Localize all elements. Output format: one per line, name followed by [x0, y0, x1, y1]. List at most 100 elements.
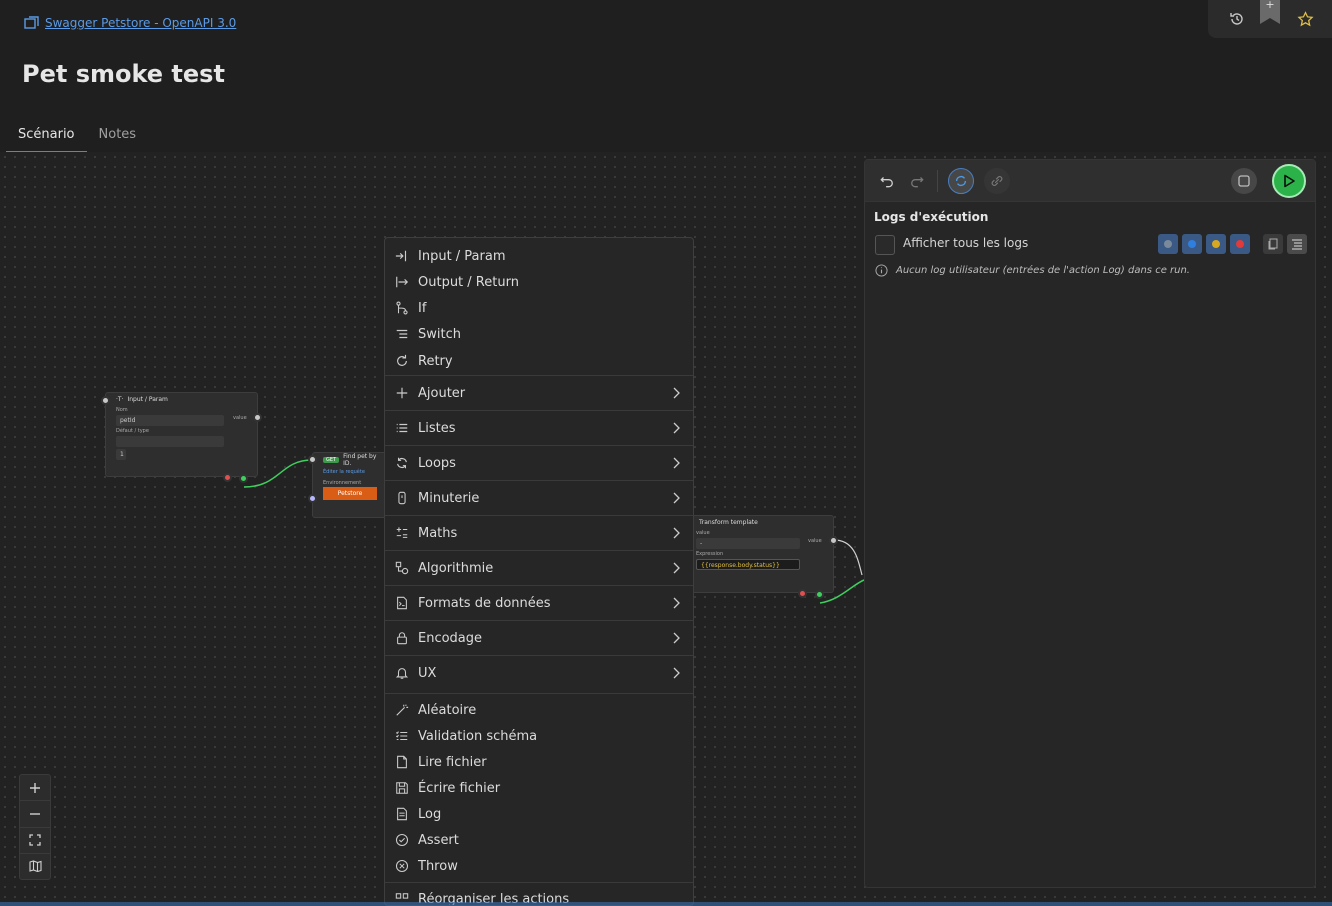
sync-button[interactable]: [948, 167, 974, 194]
menu-item-validation-schema[interactable]: Validation schéma: [385, 723, 693, 749]
menu-item-throw[interactable]: Throw: [385, 853, 693, 879]
x-circle-icon: [394, 858, 410, 874]
input-node-error-port[interactable]: [223, 473, 232, 482]
chevron-right-icon: [673, 527, 680, 539]
input-param-node[interactable]: ·T· Input / Param Nom petId Défaut / typ…: [105, 392, 258, 477]
menu-item-maths[interactable]: Maths: [385, 515, 693, 550]
name-field[interactable]: petId: [116, 415, 224, 426]
checklist-icon: [394, 728, 410, 744]
chevron-right-icon: [673, 562, 680, 574]
level-filter-debug[interactable]: [1158, 234, 1178, 254]
run-button[interactable]: [1272, 164, 1306, 198]
unlink-button[interactable]: [984, 167, 1010, 194]
menu-item-label: Loops: [418, 455, 456, 471]
menu-item-retry[interactable]: Retry: [385, 347, 693, 375]
fit-view-button[interactable]: [20, 828, 50, 854]
history-icon[interactable]: [1228, 10, 1246, 28]
copy-logs-button[interactable]: [1263, 234, 1283, 254]
menu-item-lire-fichier[interactable]: Lire fichier: [385, 749, 693, 775]
menu-item-if[interactable]: If: [385, 295, 693, 321]
input-node-value-port[interactable]: [253, 413, 262, 422]
menu-item-aleatoire[interactable]: Aléatoire: [385, 697, 693, 723]
node-title: Input / Param: [127, 396, 168, 403]
menu-item-formats-donnees[interactable]: Formats de données: [385, 585, 693, 620]
transform-node[interactable]: Transform template value - Expression {{…: [690, 515, 834, 593]
level-filter-error[interactable]: [1230, 234, 1250, 254]
level-filter-warn[interactable]: [1206, 234, 1226, 254]
node-header[interactable]: Transform template: [691, 516, 833, 529]
switch-icon: [394, 326, 410, 342]
input-node-in-port[interactable]: [101, 396, 110, 405]
transform-node-value-port[interactable]: [829, 536, 838, 545]
menu-item-minuterie[interactable]: Minuterie: [385, 480, 693, 515]
tab-notes[interactable]: Notes: [87, 122, 149, 153]
request-node-env-port[interactable]: [308, 494, 317, 503]
zoom-in-button[interactable]: [20, 775, 50, 802]
index-field[interactable]: 1: [116, 449, 126, 460]
show-all-logs-label[interactable]: Afficher tous les logs: [903, 236, 1028, 250]
minimap-button[interactable]: [20, 854, 50, 879]
menu-item-label: Switch: [418, 326, 461, 342]
stop-button[interactable]: [1231, 168, 1257, 194]
transform-node-error-port[interactable]: [798, 589, 807, 598]
menu-item-ux[interactable]: UX: [385, 655, 693, 690]
execution-log-panel: Logs d'exécution Afficher tous les logs …: [864, 159, 1316, 888]
menu-item-input-param[interactable]: Input / Param: [385, 243, 693, 269]
menu-item-label: Listes: [418, 420, 456, 436]
loop-icon: [394, 455, 410, 471]
page-title: Pet smoke test: [22, 60, 225, 88]
input-node-next-port[interactable]: [239, 474, 248, 483]
log-toolbar: [865, 160, 1315, 202]
menu-item-listes[interactable]: Listes: [385, 410, 693, 445]
menu-item-label: Validation schéma: [418, 728, 538, 744]
env-select[interactable]: Petstore: [323, 487, 377, 500]
redo-icon[interactable]: [907, 171, 927, 191]
breadcrumb-link[interactable]: Swagger Petstore - OpenAPI 3.0: [45, 16, 236, 30]
zoom-controls: [19, 774, 51, 880]
menu-item-ajouter[interactable]: Ajouter: [385, 375, 693, 410]
level-filter-info[interactable]: [1182, 234, 1202, 254]
link-icon: [991, 175, 1003, 186]
value-field[interactable]: -: [696, 538, 800, 549]
menu-item-assert[interactable]: Assert: [385, 827, 693, 853]
expression-field[interactable]: {{response.body.status}}: [696, 559, 800, 570]
default-type-field[interactable]: [116, 436, 224, 447]
tab-bar: Scénario Notes: [6, 122, 148, 153]
timer-icon: [394, 490, 410, 506]
star-icon[interactable]: [1296, 10, 1314, 28]
chevron-right-icon: [673, 457, 680, 469]
warn-dot: [1212, 240, 1220, 248]
request-node-in-port[interactable]: [308, 455, 317, 464]
menu-item-ecrire-fichier[interactable]: Écrire fichier: [385, 775, 693, 801]
menu-item-algorithmie[interactable]: Algorithmie: [385, 550, 693, 585]
menu-item-encodage[interactable]: Encodage: [385, 620, 693, 655]
node-header[interactable]: ·T· Input / Param: [106, 393, 257, 406]
show-all-logs-checkbox[interactable]: [875, 235, 895, 255]
chevron-right-icon: [673, 387, 680, 399]
undo-icon[interactable]: [877, 171, 897, 191]
node-header[interactable]: GET Find pet by ID.: [313, 453, 387, 467]
menu-item-label: Assert: [418, 832, 459, 848]
check-circle-icon: [394, 832, 410, 848]
menu-item-log[interactable]: Log: [385, 801, 693, 827]
breadcrumb[interactable]: Swagger Petstore - OpenAPI 3.0: [24, 16, 236, 30]
output-icon: [394, 274, 410, 290]
request-node[interactable]: GET Find pet by ID. Éditer la requête En…: [312, 452, 388, 518]
branch-icon: [394, 300, 410, 316]
zoom-out-button[interactable]: [20, 801, 50, 828]
bookmark-plus: +: [1265, 0, 1275, 11]
sync-icon: [955, 175, 967, 186]
menu-item-switch[interactable]: Switch: [385, 321, 693, 347]
math-icon: [394, 525, 410, 541]
transform-node-next-port[interactable]: [815, 590, 824, 599]
menu-item-output-return[interactable]: Output / Return: [385, 269, 693, 295]
tab-scenario[interactable]: Scénario: [6, 122, 87, 153]
menu-item-loops[interactable]: Loops: [385, 445, 693, 480]
chevron-right-icon: [673, 422, 680, 434]
edit-request-link[interactable]: Éditer la requête: [323, 469, 377, 475]
expression-label: Expression: [696, 551, 724, 557]
log-format-button[interactable]: [1287, 234, 1307, 254]
input-icon: [394, 248, 410, 264]
map-icon: [28, 860, 42, 873]
debug-dot: [1164, 240, 1172, 248]
